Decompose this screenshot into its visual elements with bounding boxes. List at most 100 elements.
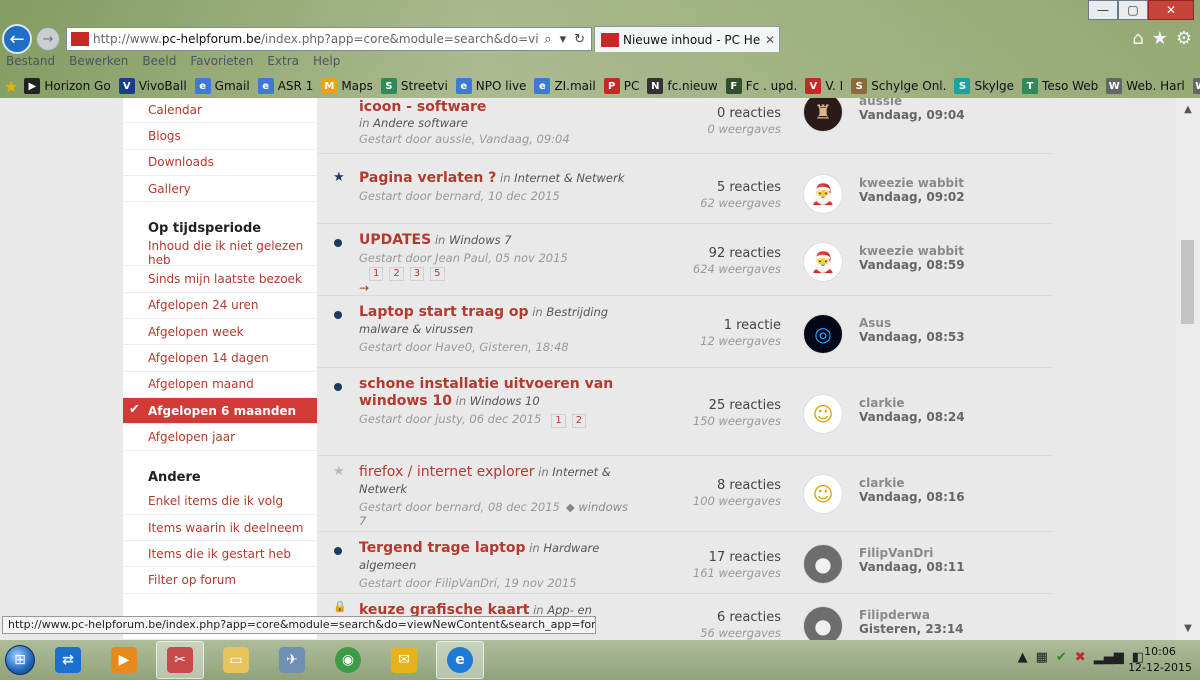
- sidebar-item-active[interactable]: ✔ Afgelopen 6 maanden: [123, 397, 317, 425]
- add-favorite-star-icon[interactable]: ★: [4, 77, 18, 96]
- last-post-date[interactable]: Gisteren, 23:14: [859, 622, 1049, 636]
- topic-forum-link[interactable]: App- en: [547, 603, 592, 617]
- favorite-link[interactable]: e Gmail: [194, 78, 250, 94]
- refresh-icon[interactable]: ↻: [574, 32, 585, 47]
- scroll-thumb[interactable]: [1181, 240, 1194, 324]
- address-url[interactable]: http://www.pc-helpforum.be/index.php?app…: [93, 32, 538, 46]
- topic-title-link[interactable]: UPDATES: [359, 232, 431, 248]
- last-post-user[interactable]: clarkie: [859, 396, 1049, 410]
- topic-title-link[interactable]: Pagina verlaten ?: [359, 170, 496, 186]
- taskbar-snipping-tool[interactable]: ✂: [156, 641, 204, 679]
- topic-title-link[interactable]: Laptop start traag op: [359, 304, 529, 320]
- sidebar-item[interactable]: Inhoud die ik niet gelezen heb: [123, 239, 317, 267]
- favorite-link[interactable]: e ASR 1: [257, 78, 313, 94]
- tab-close-icon[interactable]: ✕: [761, 33, 779, 47]
- page-link[interactable]: 2: [571, 414, 587, 428]
- tray-expand-icon[interactable]: ▲: [1018, 650, 1028, 665]
- followed-star-icon[interactable]: ★: [333, 170, 345, 185]
- page-link[interactable]: 1: [369, 267, 384, 281]
- sidebar-item[interactable]: Afgelopen 24 uren: [123, 293, 317, 320]
- last-post-date[interactable]: Vandaag, 08:11: [859, 560, 1049, 574]
- follow-star-icon[interactable]: ★: [333, 464, 345, 479]
- minimize-button[interactable]: —: [1088, 0, 1118, 20]
- gear-icon[interactable]: ⚙: [1176, 28, 1192, 49]
- next-pages-arrow[interactable]: →: [359, 281, 629, 295]
- sidebar-item[interactable]: Gallery: [123, 176, 317, 203]
- favorite-link[interactable]: V VivoBall: [118, 78, 187, 94]
- favorite-link[interactable]: S Schylge Onl.: [851, 78, 946, 94]
- favorite-link[interactable]: M Maps: [321, 78, 373, 94]
- topic-title[interactable]: icoon - software: [359, 99, 629, 116]
- signal-icon[interactable]: ▂▄▆: [1094, 650, 1124, 665]
- topic-title-link[interactable]: icoon - software: [359, 99, 486, 115]
- favorites-star-icon[interactable]: ★: [1152, 28, 1168, 49]
- topic-forum-link[interactable]: Windows 10: [470, 394, 540, 408]
- sidebar-item[interactable]: Filter op forum: [123, 567, 317, 594]
- topic-title[interactable]: Pagina verlaten ? in Internet & Netwerk: [359, 170, 629, 187]
- sidebar-item[interactable]: Afgelopen jaar: [123, 424, 317, 451]
- avatar[interactable]: 🎅: [803, 242, 843, 282]
- close-window-button[interactable]: ✕: [1148, 0, 1194, 20]
- menu-item[interactable]: Help: [313, 54, 340, 72]
- vertical-scrollbar[interactable]: ▲ ▼: [1176, 98, 1200, 640]
- menu-item[interactable]: Bestand: [6, 54, 55, 72]
- avatar[interactable]: ☺: [803, 394, 843, 434]
- taskbar-explorer[interactable]: ▭: [212, 641, 260, 679]
- topic-title-link[interactable]: Tergend trage laptop: [359, 540, 526, 556]
- last-post-date[interactable]: Vandaag, 08:16: [859, 490, 1049, 504]
- avatar[interactable]: ♜: [803, 98, 843, 132]
- tab-nieuwe-inhoud[interactable]: Nieuwe inhoud - PC Helpfo... ✕: [594, 26, 780, 52]
- address-bar[interactable]: http://www.pc-helpforum.be/index.php?app…: [66, 27, 592, 51]
- sidebar-item[interactable]: Blogs: [123, 123, 317, 150]
- topic-forum-link[interactable]: Windows 7: [449, 233, 512, 247]
- sidebar-item[interactable]: Calendar: [123, 98, 317, 124]
- favorite-link[interactable]: T Teso Web: [1022, 78, 1098, 94]
- topic-title-link[interactable]: firefox / internet explorer: [359, 464, 534, 480]
- scroll-down-icon[interactable]: ▼: [1176, 623, 1200, 634]
- avatar[interactable]: ●: [803, 544, 843, 584]
- page-link[interactable]: 2: [389, 267, 404, 281]
- taskbar-mail[interactable]: ✉: [380, 641, 428, 679]
- taskbar-chrome[interactable]: ◉: [324, 641, 372, 679]
- avatar[interactable]: ●: [803, 606, 843, 640]
- avatar[interactable]: ☺: [803, 474, 843, 514]
- favorite-link[interactable]: e NPO live: [455, 78, 526, 94]
- sidebar-item[interactable]: Items waarin ik deelneem: [123, 515, 317, 542]
- home-icon[interactable]: ⌂: [1132, 28, 1143, 49]
- sidebar-item[interactable]: Afgelopen week: [123, 319, 317, 346]
- last-post-user[interactable]: clarkie: [859, 476, 1049, 490]
- sidebar-item[interactable]: Afgelopen maand: [123, 372, 317, 398]
- favorite-link[interactable]: Nfc.nieuw: [647, 78, 718, 94]
- network-error-icon[interactable]: ✖: [1075, 650, 1086, 665]
- scroll-up-icon[interactable]: ▲: [1176, 104, 1200, 115]
- menu-item[interactable]: Favorieten: [190, 54, 253, 72]
- start-button[interactable]: ⊞: [0, 640, 40, 680]
- avatar[interactable]: 🎅: [803, 174, 843, 214]
- favorite-link[interactable]: WWeb West: [1192, 78, 1200, 94]
- last-post-user[interactable]: kweezie wabbit: [859, 176, 1049, 190]
- menu-item[interactable]: Beeld: [142, 54, 176, 72]
- action-center-icon[interactable]: ▦: [1036, 650, 1048, 665]
- sidebar-item[interactable]: Downloads: [123, 150, 317, 176]
- search-icon[interactable]: ⌕: [544, 32, 551, 47]
- sidebar-item[interactable]: Sinds mijn laatste bezoek: [123, 266, 317, 293]
- dropdown-icon[interactable]: ▾: [560, 32, 567, 47]
- favorite-link[interactable]: e ZI.mail: [534, 78, 596, 94]
- last-post-date[interactable]: Vandaag, 08:59: [859, 258, 1049, 272]
- topic-forum-link[interactable]: Internet & Netwerk: [514, 171, 624, 185]
- favorite-link[interactable]: V V. I: [805, 78, 843, 94]
- menu-item[interactable]: Bewerken: [69, 54, 128, 72]
- back-button[interactable]: ←: [2, 24, 32, 54]
- favorite-link[interactable]: ▶ Horizon Go: [24, 78, 111, 94]
- taskbar-media-player[interactable]: ▶: [100, 641, 148, 679]
- sidebar-item[interactable]: Items die ik gestart heb: [123, 541, 317, 568]
- topic-title[interactable]: Tergend trage laptop in Hardware algemee…: [359, 540, 629, 574]
- taskbar-teamviewer[interactable]: ⇄: [44, 641, 92, 679]
- taskbar-app-plane[interactable]: ✈: [268, 641, 316, 679]
- system-clock[interactable]: 10:06 12-12-2015: [1128, 644, 1192, 676]
- topic-title[interactable]: Laptop start traag op in Bestrijding mal…: [359, 304, 629, 338]
- sidebar-item[interactable]: Enkel items die ik volg: [123, 489, 317, 515]
- topic-forum-link[interactable]: Andere software: [373, 116, 468, 130]
- last-post-user[interactable]: kweezie wabbit: [859, 244, 1049, 258]
- page-link[interactable]: 3: [409, 267, 425, 281]
